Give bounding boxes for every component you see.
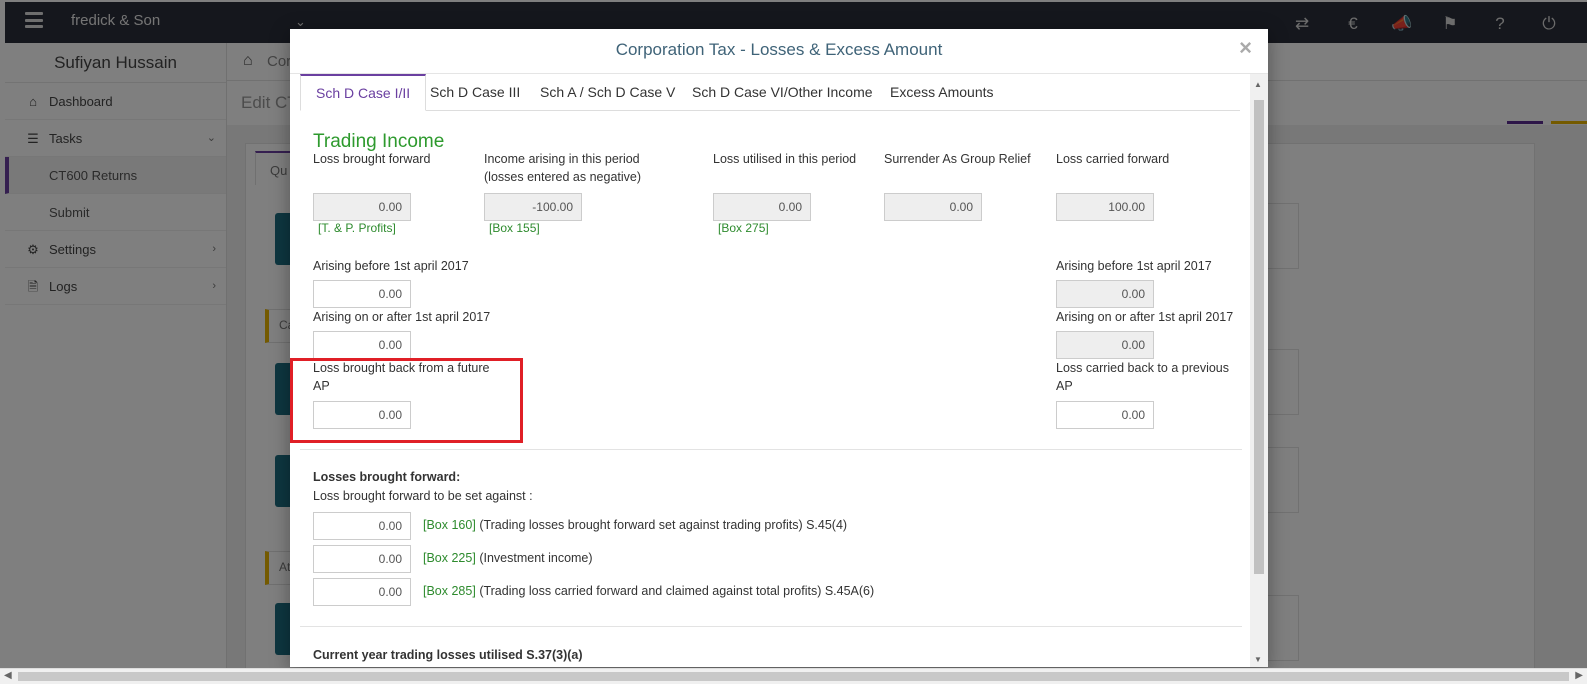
modal-body: Sch D Case I/II Sch D Case III Sch A / S… [290, 74, 1250, 667]
loss-brought-forward-field[interactable]: 0.00 [313, 193, 411, 221]
scroll-right-icon[interactable]: ▶ [1575, 670, 1583, 681]
box-label: [Box 275] [718, 221, 769, 235]
box-160-description: [Box 160] (Trading losses brought forwar… [423, 518, 848, 532]
highlight-box [290, 358, 523, 443]
arising-before-label: Arising before 1st april 2017 [313, 259, 469, 273]
loss-to-previous-ap-field[interactable]: 0.00 [1056, 401, 1154, 429]
tab-sch-d-case-vi-other-income[interactable]: Sch D Case VI/Other Income [677, 74, 888, 111]
loss-carried-forward-field[interactable]: 100.00 [1056, 193, 1154, 221]
loss-carried-forward-label: Loss carried forward [1056, 152, 1170, 166]
scroll-up-icon[interactable]: ▲ [1254, 80, 1262, 89]
losses-bf-heading: Losses brought forward: [313, 470, 461, 484]
arising-after-field[interactable]: 0.00 [1056, 331, 1154, 359]
arising-before-field[interactable]: 0.00 [1056, 280, 1154, 308]
tab-sch-d-case-i-ii[interactable]: Sch D Case I/II [300, 74, 427, 111]
box-label: [T. & P. Profits] [318, 221, 396, 235]
arising-before-field[interactable]: 0.00 [313, 280, 411, 308]
scroll-down-icon[interactable]: ▼ [1254, 655, 1262, 664]
loss-to-previous-ap-label: Loss carried back to a previous AP [1056, 361, 1230, 393]
scrollbar-thumb[interactable] [18, 672, 1569, 681]
window-horizontal-scrollbar[interactable]: ◀ ▶ [0, 668, 1587, 684]
arising-after-field[interactable]: 0.00 [313, 331, 411, 359]
surrender-group-relief-label: Surrender As Group Relief [884, 152, 1031, 166]
income-arising-label: Income arising in this period (losses en… [484, 152, 642, 184]
box-label: [Box 155] [489, 221, 540, 235]
tab-bar: Sch D Case I/II Sch D Case III Sch A / S… [300, 74, 1240, 111]
box-285-description: [Box 285] (Trading loss carried forward … [423, 584, 875, 598]
income-arising-field[interactable]: -100.00 [484, 193, 582, 221]
surrender-group-relief-field[interactable]: 0.00 [884, 193, 982, 221]
box-285-field[interactable]: 0.00 [313, 578, 411, 606]
divider [300, 449, 1242, 450]
loss-utilised-field[interactable]: 0.00 [713, 193, 811, 221]
loss-brought-forward-label: Loss brought forward [313, 152, 431, 166]
modal-scrollbar[interactable]: ▲ ▼ [1250, 74, 1268, 667]
box-225-description: [Box 225] (Investment income) [423, 551, 593, 565]
losses-modal: Corporation Tax - Losses & Excess Amount… [290, 29, 1268, 667]
scrollbar-thumb[interactable] [1254, 100, 1264, 574]
current-year-heading: Current year trading losses utilised S.3… [313, 648, 583, 662]
box-160-field[interactable]: 0.00 [313, 512, 411, 540]
arising-after-label: Arising on or after 1st april 2017 [1056, 310, 1234, 324]
tab-sch-d-case-iii[interactable]: Sch D Case III [415, 74, 535, 111]
tab-sch-a-sch-d-case-v[interactable]: Sch A / Sch D Case V [525, 74, 690, 111]
losses-bf-subheading: Loss brought forward to be set against : [313, 489, 533, 503]
close-icon[interactable]: × [1239, 35, 1252, 61]
divider [300, 626, 1242, 627]
modal-title: Corporation Tax - Losses & Excess Amount [615, 40, 943, 59]
box-225-field[interactable]: 0.00 [313, 545, 411, 573]
arising-after-label: Arising on or after 1st april 2017 [313, 310, 491, 324]
scroll-left-icon[interactable]: ◀ [4, 670, 12, 681]
modal-header: Corporation Tax - Losses & Excess Amount… [290, 29, 1268, 74]
loss-utilised-label: Loss utilised in this period [713, 152, 857, 166]
arising-before-label: Arising before 1st april 2017 [1056, 259, 1212, 273]
tab-excess-amounts[interactable]: Excess Amounts [875, 74, 1009, 111]
